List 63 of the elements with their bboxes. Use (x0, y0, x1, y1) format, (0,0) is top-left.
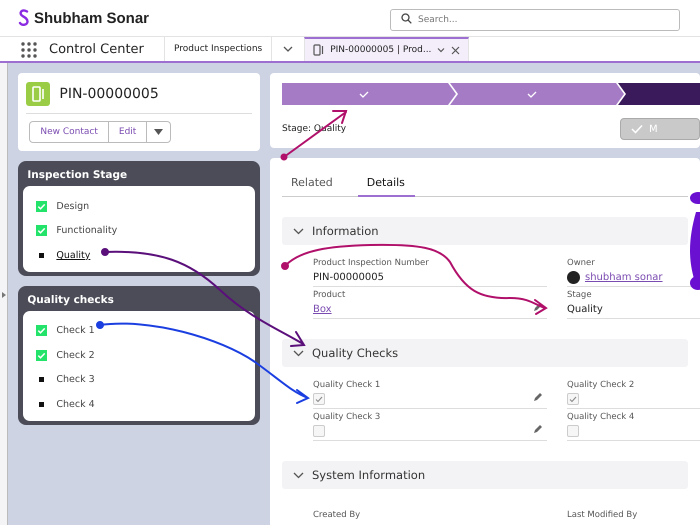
section-header[interactable]: System Information (282, 461, 688, 489)
app-launcher-icon[interactable] (21, 42, 37, 58)
field-value: PIN-00000005 (313, 272, 384, 282)
checkmark-icon (631, 124, 643, 134)
section-header[interactable]: Quality Checks (282, 339, 688, 367)
checkbox[interactable] (313, 393, 325, 405)
section-header[interactable]: Information (282, 217, 688, 245)
record-tab[interactable]: PIN-00000005 | Prod... (304, 37, 470, 61)
action-button[interactable]: Edit (108, 121, 148, 143)
checklist-item: Check 3 (56, 374, 95, 386)
checklist-item: Check 2 (56, 350, 95, 361)
annotation-arrow (280, 110, 348, 160)
brand-name: Shubham Sonar (34, 10, 150, 26)
logo-icon (18, 9, 30, 27)
side-handle[interactable] (0, 63, 8, 525)
app-name: Control Center (49, 42, 145, 56)
panel-title: Inspection Stage (26, 168, 128, 183)
checklist-item: Quality (56, 250, 90, 261)
panel-title: Quality checks (26, 292, 115, 308)
close-icon[interactable] (451, 46, 460, 54)
device-icon (26, 82, 50, 106)
chevron-down-icon (293, 228, 304, 234)
detail-tab[interactable]: Details (358, 170, 415, 197)
search-field[interactable]: Search... (390, 9, 680, 31)
field-label: Owner (567, 258, 596, 268)
expand-icon (2, 292, 6, 298)
field-label: Quality Check 2 (567, 380, 636, 390)
search-icon (401, 13, 412, 24)
caret-icon (154, 129, 164, 135)
checklist-item: Check 4 (56, 398, 95, 410)
pencil-icon[interactable] (533, 302, 543, 312)
checklist-item: Check 1 (56, 325, 95, 336)
checklist-item: Functionality (56, 225, 118, 236)
checkmark-icon (569, 396, 577, 402)
record-title: PIN-00000005 (59, 86, 159, 102)
avatar (567, 270, 580, 284)
pencil-icon[interactable] (533, 424, 543, 434)
field-label: Created By (313, 510, 362, 520)
checkmark-icon (315, 396, 323, 402)
checklist-item: Design (56, 200, 90, 212)
action-button[interactable]: New Contact (29, 121, 109, 143)
detail-tab[interactable]: Related (282, 170, 343, 197)
field-label: Product Inspection Number (313, 258, 430, 268)
chevron-down-icon (293, 350, 304, 356)
user-link[interactable]: shubham sonar (585, 272, 663, 282)
device-icon (313, 44, 326, 56)
field-link[interactable]: Box (313, 304, 332, 314)
field-label: Quality Check 3 (313, 412, 382, 422)
field-label: Quality Check 4 (567, 412, 636, 422)
field-label: Product (313, 290, 346, 300)
field-label: Last Modified By (567, 510, 638, 520)
field-label: Stage (567, 290, 593, 300)
checkbox[interactable] (313, 425, 325, 437)
chevron-down-icon[interactable] (436, 45, 446, 55)
field-label: Quality Check 1 (313, 380, 382, 390)
chevron-down-icon (293, 472, 304, 478)
path-step[interactable] (618, 83, 700, 105)
more-actions-button[interactable] (146, 121, 172, 143)
field-value: Quality (567, 304, 603, 314)
checkbox[interactable] (567, 425, 579, 437)
object-tab[interactable]: Product Inspections (164, 37, 272, 61)
checkbox[interactable] (567, 393, 579, 405)
pencil-icon[interactable] (533, 392, 543, 402)
